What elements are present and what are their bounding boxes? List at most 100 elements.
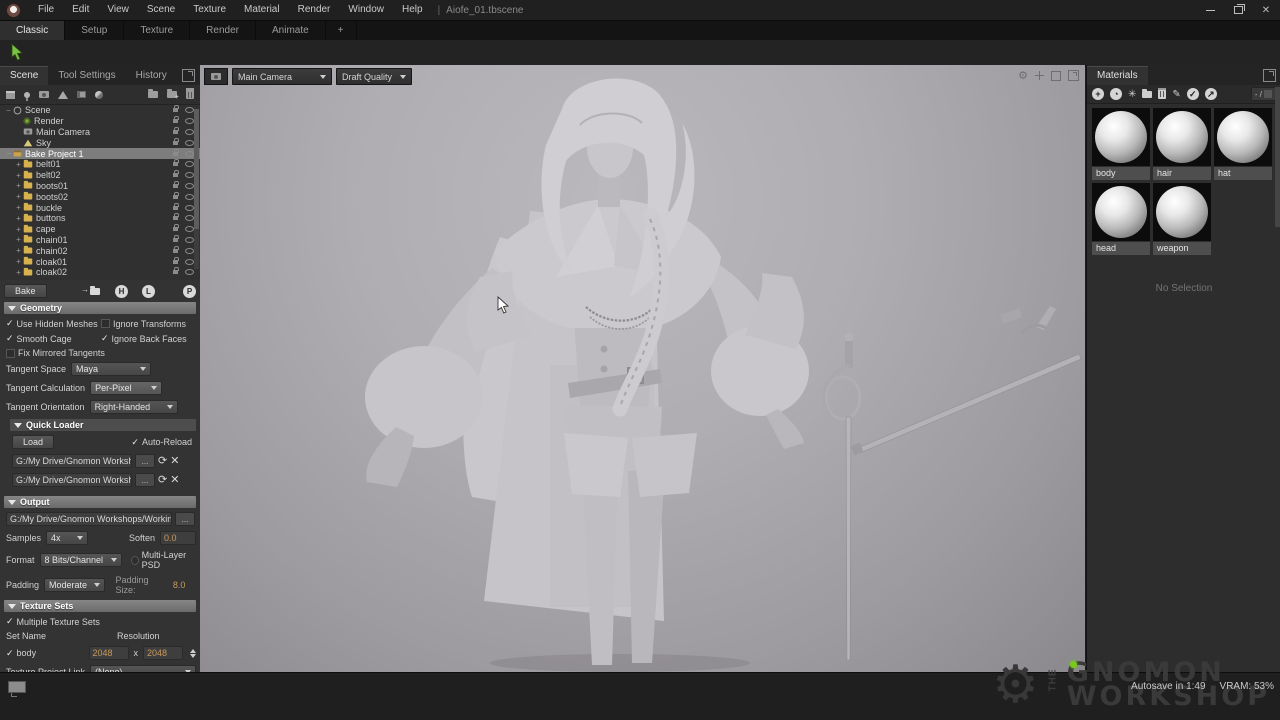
output-section-header[interactable]: Output bbox=[4, 496, 196, 508]
geometry-section-header[interactable]: Geometry bbox=[4, 302, 196, 314]
add-material-icon[interactable]: + bbox=[1092, 88, 1104, 100]
lock-icon[interactable] bbox=[173, 270, 178, 274]
eye-icon[interactable] bbox=[185, 161, 194, 167]
reload-icon[interactable]: ⟳ bbox=[158, 456, 167, 466]
tree-row-cloak01[interactable]: + cloak01 bbox=[0, 256, 200, 267]
viewport-popout-icon[interactable] bbox=[1068, 70, 1079, 81]
eye-icon[interactable] bbox=[185, 226, 194, 232]
output-path-field[interactable]: G:/My Drive/Gnomon Workshops/Working bbox=[6, 512, 172, 526]
menu-scene[interactable]: Scene bbox=[138, 0, 184, 20]
quick-loader-section-header[interactable]: Quick Loader bbox=[10, 419, 196, 431]
material-count-box[interactable] bbox=[1264, 90, 1272, 98]
material-tile-weapon[interactable]: weapon bbox=[1153, 183, 1211, 255]
tree-row-cloak02[interactable]: + cloak02 bbox=[0, 267, 200, 278]
load-low-icon[interactable]: L bbox=[142, 285, 155, 298]
auto-reload-checkbox[interactable]: ✓Auto-Reload bbox=[131, 437, 192, 448]
merge-scene-icon[interactable] bbox=[167, 91, 177, 98]
eye-icon[interactable] bbox=[185, 151, 194, 157]
materials-scrollbar[interactable] bbox=[1275, 87, 1280, 227]
browse-button[interactable]: ... bbox=[135, 473, 155, 487]
texture-sets-section-header[interactable]: Texture Sets bbox=[4, 600, 196, 612]
add-camera-icon[interactable] bbox=[39, 91, 49, 98]
expander-icon[interactable]: + bbox=[14, 181, 23, 190]
viewport-maximize-icon[interactable] bbox=[1051, 71, 1061, 81]
soften-field[interactable]: 0.0 bbox=[160, 531, 196, 545]
tab-setup[interactable]: Setup bbox=[65, 21, 124, 40]
find-material-icon[interactable]: ↗ bbox=[1205, 88, 1217, 100]
tree-row-chain01[interactable]: + chain01 bbox=[0, 235, 200, 246]
lock-icon[interactable] bbox=[173, 195, 178, 199]
eye-icon[interactable] bbox=[185, 194, 194, 200]
apply-material-icon[interactable]: ✓ bbox=[1187, 88, 1199, 100]
expander-icon[interactable]: + bbox=[14, 192, 23, 201]
lock-icon[interactable] bbox=[173, 173, 178, 177]
eye-icon[interactable] bbox=[185, 172, 194, 178]
lock-icon[interactable] bbox=[173, 227, 178, 231]
lock-icon[interactable] bbox=[173, 152, 178, 156]
expander-icon[interactable]: + bbox=[14, 160, 23, 169]
preview-icon[interactable]: P bbox=[183, 285, 196, 298]
ignore-transforms-checkbox[interactable]: Ignore Transforms bbox=[101, 318, 196, 329]
tangent-orientation-dropdown[interactable]: Right-Handed bbox=[90, 400, 178, 414]
restore-button[interactable] bbox=[1224, 0, 1252, 20]
tab-scene[interactable]: Scene bbox=[0, 66, 48, 85]
lock-icon[interactable] bbox=[173, 130, 178, 134]
viewport-camera-icon[interactable] bbox=[204, 68, 228, 85]
menu-texture[interactable]: Texture bbox=[184, 0, 235, 20]
tangent-space-dropdown[interactable]: Maya bbox=[71, 362, 151, 376]
tree-row-buckle[interactable]: + buckle bbox=[0, 202, 200, 213]
menu-window[interactable]: Window bbox=[339, 0, 393, 20]
loader-path-field-2[interactable]: G:/My Drive/Gnomon Worksh bbox=[12, 473, 132, 487]
select-tool-icon[interactable] bbox=[10, 43, 25, 66]
menu-view[interactable]: View bbox=[98, 0, 138, 20]
expander-icon[interactable]: + bbox=[14, 257, 23, 266]
lock-icon[interactable] bbox=[173, 260, 178, 264]
lock-icon[interactable] bbox=[173, 249, 178, 253]
eye-icon[interactable] bbox=[185, 269, 194, 275]
bake-output-folder-icon[interactable] bbox=[88, 285, 101, 298]
viewport-settings-gear-icon[interactable]: ⚙ bbox=[1018, 69, 1028, 82]
tab-materials[interactable]: Materials bbox=[1087, 66, 1148, 85]
close-button[interactable]: ✕ bbox=[1252, 0, 1280, 20]
tab-texture[interactable]: Texture bbox=[124, 21, 190, 40]
quality-dropdown[interactable]: Draft Quality bbox=[336, 68, 412, 85]
format-dropdown[interactable]: 8 Bits/Channel bbox=[40, 553, 122, 567]
expander-icon[interactable]: + bbox=[14, 171, 23, 180]
lock-icon[interactable] bbox=[173, 216, 178, 220]
smooth-cage-checkbox[interactable]: ✓Smooth Cage bbox=[6, 333, 101, 344]
resolution-stepper[interactable] bbox=[190, 649, 196, 658]
tangent-calculation-dropdown[interactable]: Per-Pixel bbox=[90, 381, 162, 395]
material-tile-hair[interactable]: hair bbox=[1153, 108, 1211, 180]
eye-icon[interactable] bbox=[185, 237, 194, 243]
eye-icon[interactable] bbox=[185, 215, 194, 221]
eye-icon[interactable] bbox=[185, 183, 194, 189]
menu-render[interactable]: Render bbox=[289, 0, 340, 20]
refresh-material-icon[interactable]: ◔ bbox=[1110, 88, 1122, 100]
samples-dropdown[interactable]: 4x bbox=[46, 531, 88, 545]
lock-icon[interactable] bbox=[173, 119, 178, 123]
add-object-icon[interactable] bbox=[6, 91, 15, 99]
expander-icon[interactable]: − bbox=[4, 106, 13, 115]
reload-icon[interactable]: ⟳ bbox=[158, 475, 167, 485]
resolution-width-field[interactable]: 2048 bbox=[89, 646, 129, 660]
browse-button[interactable]: ... bbox=[175, 512, 195, 526]
viewport-gizmo-icon[interactable] bbox=[1035, 71, 1044, 80]
delete-object-icon[interactable] bbox=[186, 90, 194, 99]
tree-row-render[interactable]: Render bbox=[0, 116, 200, 127]
expander-icon[interactable]: + bbox=[14, 203, 23, 212]
material-tile-head[interactable]: head bbox=[1092, 183, 1150, 255]
tree-row-sky[interactable]: Sky bbox=[0, 137, 200, 148]
expander-icon[interactable]: + bbox=[14, 214, 23, 223]
load-material-icon[interactable] bbox=[1142, 91, 1152, 98]
tree-row-main-camera[interactable]: Main Camera bbox=[0, 127, 200, 138]
expander-icon[interactable]: + bbox=[14, 225, 23, 234]
expander-icon[interactable]: − bbox=[4, 149, 13, 158]
tab-tool-settings[interactable]: Tool Settings bbox=[48, 67, 125, 85]
eye-icon[interactable] bbox=[185, 107, 194, 113]
load-scene-icon[interactable] bbox=[148, 91, 158, 98]
tab-render[interactable]: Render bbox=[190, 21, 256, 40]
menu-edit[interactable]: Edit bbox=[63, 0, 98, 20]
set-body-checkbox[interactable]: ✓body bbox=[6, 648, 36, 659]
tree-row-chain02[interactable]: + chain02 bbox=[0, 245, 200, 256]
material-tile-hat[interactable]: hat bbox=[1214, 108, 1272, 180]
